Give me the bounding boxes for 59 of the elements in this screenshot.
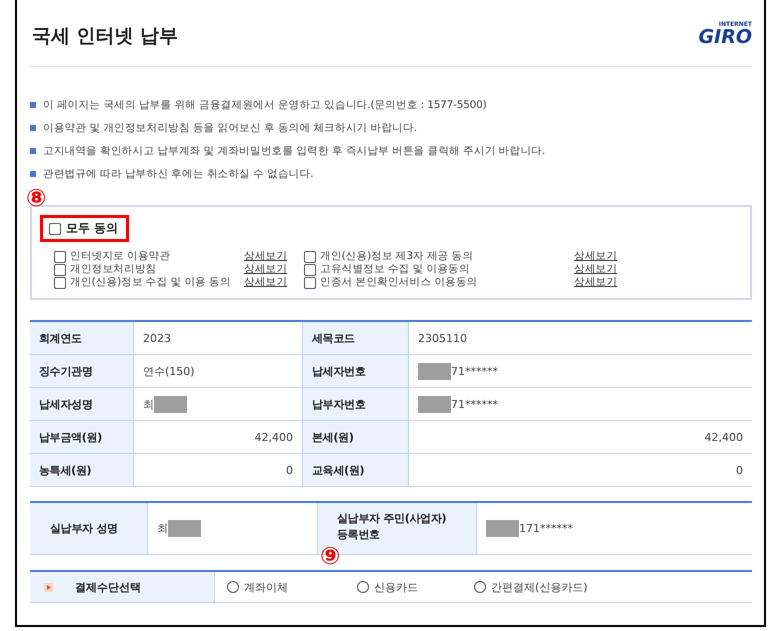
header-cell: 납세자번호: [303, 355, 409, 388]
cell-text: 2305110: [418, 332, 467, 344]
agreement-label: 고유식별정보 수집 및 이용동의: [320, 263, 471, 276]
radio-option[interactable]: 신용카드: [357, 580, 418, 594]
cell-text: 71******: [451, 364, 498, 378]
detail-link[interactable]: 상세보기: [244, 263, 304, 276]
bullet-icon: [30, 102, 36, 108]
header-text: 실납부자 주민(사업자) 등록번호: [337, 510, 448, 542]
header-text: 실납부자 성명: [50, 520, 118, 536]
detail-link[interactable]: 상세보기: [244, 276, 304, 289]
cell-text: 42,400: [254, 430, 293, 444]
agreement-label: 인터넷지로 이용약관: [70, 250, 172, 263]
detail-link[interactable]: 상세보기: [244, 250, 304, 263]
page-title: 국세 인터넷 납부: [32, 24, 178, 49]
notice-text: 이 페이지는 국세의 납부를 위해 금융결제원에서 운영하고 있습니다.(문의번호 : 1577-5500): [43, 98, 487, 112]
detail-link[interactable]: 상세보기: [574, 263, 634, 276]
checkbox[interactable]: [304, 277, 316, 289]
agreement-label: 개인(신용)정보 수집 및 이용 동의: [70, 276, 232, 289]
cell-text: 0: [286, 464, 293, 476]
annotation-number: ⑧: [26, 186, 46, 210]
cell-text: 42,400: [704, 430, 743, 444]
checkbox[interactable]: [54, 251, 66, 263]
header-cell: 농특세(원): [30, 454, 134, 487]
checkbox[interactable]: [304, 264, 316, 276]
notice-text: 이용약관 및 개인정보처리방침 등을 읽어보신 후 동의에 체크하시기 바랍니다.: [43, 121, 417, 135]
cell-text: 연수(150): [143, 364, 195, 378]
checkbox[interactable]: [304, 251, 316, 263]
radio-option[interactable]: 계좌이체: [227, 580, 288, 594]
agreement-label: 개인(신용)정보 제3자 제공 동의: [320, 250, 474, 263]
agreement-label: 인증서 본인확인서비스 이용동의: [320, 276, 478, 289]
header-cell: 본세(원): [303, 421, 409, 454]
header-cell: 납부자번호: [303, 388, 409, 421]
annotation-number: ⑨: [320, 544, 340, 568]
bullet-icon: [30, 125, 36, 131]
cell-text: 최: [157, 521, 168, 536]
cell-text: 최: [143, 396, 154, 412]
checkbox[interactable]: [54, 277, 66, 289]
header-cell: 납세자성명: [30, 388, 134, 421]
cell-text: 71******: [451, 398, 498, 410]
cell-text: 2023: [143, 332, 171, 344]
cell-text: 0: [736, 464, 743, 476]
agreement-label: 개인정보처리방침: [70, 263, 158, 276]
agree-all-checkbox[interactable]: 모두 동의: [40, 215, 130, 242]
checkbox[interactable]: [54, 264, 66, 276]
header-cell: 납부금액(원): [30, 421, 134, 454]
arrow-icon: [44, 582, 53, 592]
header-cell: 회계연도: [30, 322, 134, 355]
bullet-icon: [30, 171, 36, 177]
radio-option[interactable]: 간편결제(신용카드): [474, 580, 588, 594]
header-cell: 징수기관명: [30, 355, 134, 388]
cell-text: 171******: [519, 522, 573, 535]
header-cell: 교육세(원): [303, 454, 409, 487]
header-cell: 세목코드: [303, 322, 409, 355]
notice-text: 관련법규에 따라 납부하신 후에는 취소하실 수 없습니다.: [43, 167, 314, 181]
detail-link[interactable]: 상세보기: [574, 250, 634, 263]
detail-link[interactable]: 상세보기: [574, 276, 634, 289]
bullet-icon: [30, 148, 36, 154]
payment-method-label: 결제수단선택: [75, 580, 141, 594]
notice-text: 고지내역을 확인하시고 납부계좌 및 계좌비밀번호를 입력한 후 즉시납부 버튼을 클릭해 주시기 바랍니다.: [43, 144, 546, 158]
